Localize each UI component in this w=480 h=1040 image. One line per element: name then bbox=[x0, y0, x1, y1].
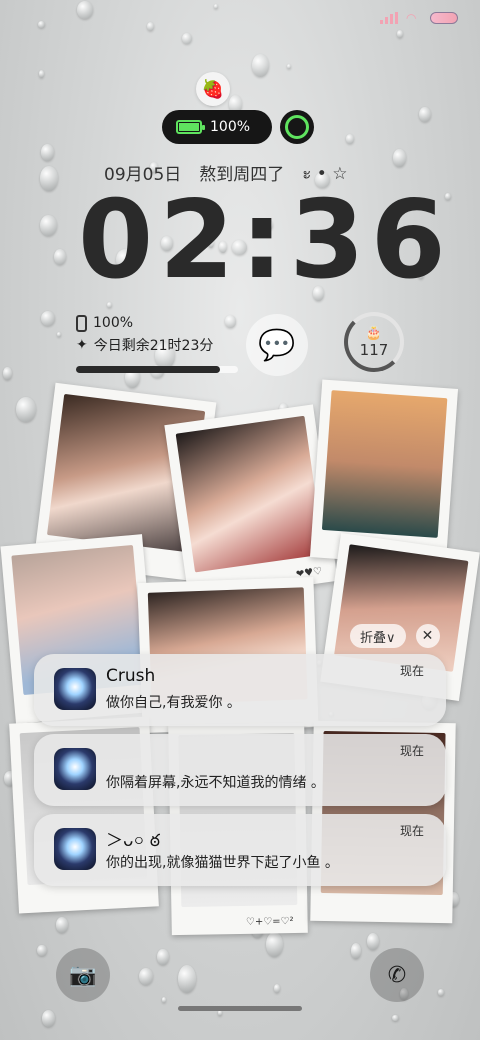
raindrop bbox=[392, 1014, 399, 1022]
ring-widget[interactable] bbox=[280, 110, 314, 144]
raindrop bbox=[41, 311, 56, 327]
raindrop bbox=[40, 144, 55, 162]
raindrop bbox=[39, 166, 58, 191]
battery-percent: 100% bbox=[210, 119, 251, 135]
raindrop bbox=[419, 106, 431, 122]
raindrop bbox=[351, 943, 362, 959]
status-battery-icon bbox=[430, 12, 458, 24]
raindrop bbox=[437, 989, 445, 997]
wifi-icon: ◠ bbox=[406, 11, 417, 25]
wechat-icon[interactable]: 💬 bbox=[246, 314, 308, 376]
raindrop bbox=[161, 996, 167, 1003]
day-progress-fill bbox=[76, 366, 221, 373]
phone-icon: ✆ bbox=[387, 962, 407, 988]
phone-battery-text: 100% bbox=[93, 315, 134, 331]
photo bbox=[175, 415, 324, 573]
notification-time: 现在 bbox=[399, 824, 424, 838]
raindrop bbox=[392, 148, 406, 168]
raindrop bbox=[53, 248, 66, 265]
raindrop bbox=[346, 134, 355, 144]
notification-body: 你隔着屏幕,永远不知道我的情绪 。 bbox=[106, 775, 325, 791]
raindrop bbox=[16, 396, 36, 423]
raindrop bbox=[396, 29, 403, 39]
phone-button[interactable]: ✆ bbox=[370, 948, 424, 1002]
raindrop bbox=[274, 984, 281, 993]
photo bbox=[334, 544, 469, 672]
signal-icon bbox=[380, 12, 398, 24]
raindrop bbox=[41, 1010, 56, 1028]
status-bar: ◠ bbox=[380, 12, 458, 24]
countdown-number: 117 bbox=[359, 340, 389, 359]
raindrop bbox=[146, 22, 154, 32]
phone-battery-icon bbox=[76, 314, 87, 332]
notification-time: 现在 bbox=[399, 664, 424, 678]
photo-caption: ♡+♡=♡² bbox=[245, 916, 294, 928]
raindrop bbox=[217, 1010, 223, 1017]
notification-card[interactable]: 你隔着屏幕,永远不知道我的情绪 。 现在 bbox=[34, 734, 446, 806]
photo-card[interactable]: ❤♥♡ bbox=[164, 404, 338, 602]
cake-icon: 🎂 bbox=[365, 325, 383, 341]
raindrop bbox=[181, 32, 193, 45]
raindrop bbox=[38, 69, 44, 78]
raindrop bbox=[225, 315, 237, 328]
raindrop bbox=[251, 53, 269, 77]
notification-time: 现在 bbox=[399, 744, 424, 758]
countdown-widget[interactable]: 🎂 117 bbox=[344, 312, 404, 372]
raindrop bbox=[37, 944, 47, 957]
notification-body: 做你自己,有我爱你 。 bbox=[106, 695, 241, 711]
home-indicator[interactable] bbox=[178, 1006, 302, 1011]
raindrop bbox=[366, 933, 379, 951]
raindrop bbox=[286, 64, 292, 70]
camera-icon: 📷 bbox=[69, 962, 97, 988]
notification-title: Crush bbox=[106, 666, 156, 686]
clock-time: 02:36 bbox=[78, 178, 452, 303]
ring-icon bbox=[285, 115, 309, 139]
app-icon bbox=[54, 748, 96, 790]
app-icon bbox=[54, 668, 96, 710]
fold-button[interactable]: 折叠∨ bbox=[350, 624, 406, 648]
raindrop bbox=[178, 964, 197, 994]
battery-icon bbox=[176, 120, 205, 134]
raindrop bbox=[56, 332, 62, 337]
notification-card[interactable]: Crush 做你自己,有我爱你 。 现在 bbox=[34, 654, 446, 726]
raindrop bbox=[213, 3, 218, 9]
notification-controls: 折叠∨ ✕ bbox=[350, 624, 440, 648]
raindrop bbox=[76, 0, 94, 19]
raindrop bbox=[139, 967, 154, 986]
camera-button[interactable]: 📷 bbox=[56, 948, 110, 1002]
notification-body: 你的出现,就像猫猫世界下起了小鱼 。 bbox=[106, 855, 339, 871]
app-icon bbox=[54, 828, 96, 870]
raindrop bbox=[157, 948, 169, 966]
raindrop bbox=[56, 916, 69, 933]
day-progress-bar bbox=[76, 366, 238, 373]
star-icon: ✦ bbox=[76, 337, 88, 353]
raindrop bbox=[265, 931, 284, 958]
remaining-time-text: 今日剩余21时23分 bbox=[93, 338, 214, 354]
strawberry-icon[interactable]: 🍓 bbox=[196, 72, 230, 106]
battery-widget[interactable]: 100% bbox=[162, 110, 272, 144]
raindrop bbox=[38, 21, 45, 29]
raindrop bbox=[40, 214, 57, 236]
raindrop bbox=[3, 366, 12, 380]
photo bbox=[321, 390, 448, 538]
close-icon[interactable]: ✕ bbox=[415, 624, 440, 648]
info-block: 100% ✦ 今日剩余21时23分 bbox=[76, 312, 213, 356]
notification-card[interactable]: ＞ᴗ০ ఠ 你的出现,就像猫猫世界下起了小鱼 。 现在 bbox=[34, 814, 446, 886]
